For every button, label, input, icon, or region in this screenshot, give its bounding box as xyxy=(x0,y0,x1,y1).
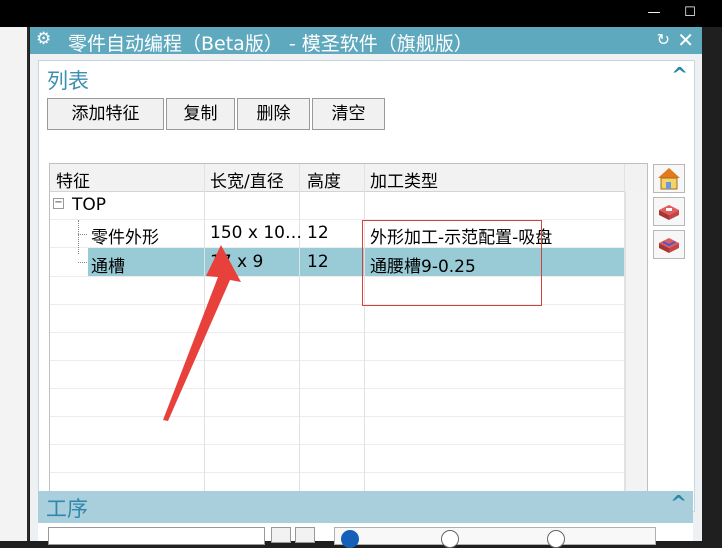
maximize-icon[interactable]: ☐ xyxy=(679,2,701,24)
delete-button[interactable]: 删除 xyxy=(237,98,310,130)
feature-table: 特征 长宽/直径 高度 加工类型 − TOP 零件外形 150 x 10… 12… xyxy=(49,163,648,505)
row-height: 12 xyxy=(307,252,329,272)
process-section-body xyxy=(38,523,693,548)
slot-block-icon[interactable] xyxy=(653,230,685,259)
radio-option-3[interactable] xyxy=(547,530,565,548)
clear-button[interactable]: 清空 xyxy=(312,98,385,130)
row-feature: 通槽 xyxy=(91,257,125,277)
chevron-up-icon[interactable]: ^ xyxy=(671,63,688,87)
process-combo[interactable] xyxy=(48,527,265,545)
radio-option-1[interactable] xyxy=(341,530,359,548)
table-scrollbar[interactable] xyxy=(625,191,647,504)
process-section-header: 工序 ^ xyxy=(38,491,693,523)
house-icon[interactable] xyxy=(653,164,685,193)
os-taskbar: — ☐ xyxy=(0,0,722,27)
add-feature-button[interactable]: 添加特征 xyxy=(47,98,164,130)
row-size: 150 x 10… xyxy=(210,223,302,243)
row-height: 12 xyxy=(307,223,329,243)
window-titlebar: ⚙ 零件自动编程（Beta版） - 模圣软件（旗舰版） ↻ ✕ xyxy=(30,27,702,55)
row-size: 17 x 9 xyxy=(210,252,264,272)
chevron-up-icon[interactable]: ^ xyxy=(670,491,687,515)
gear-icon[interactable]: ⚙ xyxy=(36,29,51,49)
radio-option-2[interactable] xyxy=(441,530,459,548)
window-title: 零件自动编程（Beta版） - 模圣软件（旗舰版） xyxy=(68,33,473,55)
annotation-highlight-box xyxy=(362,220,542,306)
refresh-icon[interactable]: ↻ xyxy=(657,30,670,49)
column-header-height[interactable]: 高度 xyxy=(307,167,341,192)
part-auto-programming-window: ⚙ 零件自动编程（Beta版） - 模圣软件（旗舰版） ↻ ✕ 列表 ^ 添加特… xyxy=(30,27,702,548)
process-radio-group xyxy=(334,527,656,548)
close-icon[interactable]: ✕ xyxy=(677,28,694,52)
collapse-tree-icon[interactable]: − xyxy=(53,198,64,209)
part-block-icon[interactable] xyxy=(653,197,685,226)
minimize-icon[interactable]: — xyxy=(643,2,665,24)
column-header-feature[interactable]: 特征 xyxy=(56,167,90,192)
table-row-selected[interactable] xyxy=(88,248,624,276)
process-section-title: 工序 xyxy=(46,497,88,521)
background-dark xyxy=(702,27,722,541)
copy-button[interactable]: 复制 xyxy=(166,98,235,130)
background-window xyxy=(0,27,29,541)
table-header: 特征 长宽/直径 高度 加工类型 xyxy=(50,164,647,192)
list-section-title: 列表 xyxy=(47,69,89,93)
row-feature: 零件外形 xyxy=(91,228,159,248)
column-header-machining-type[interactable]: 加工类型 xyxy=(370,167,438,192)
tree-root-label[interactable]: TOP xyxy=(72,195,106,215)
column-header-size[interactable]: 长宽/直径 xyxy=(210,167,284,192)
